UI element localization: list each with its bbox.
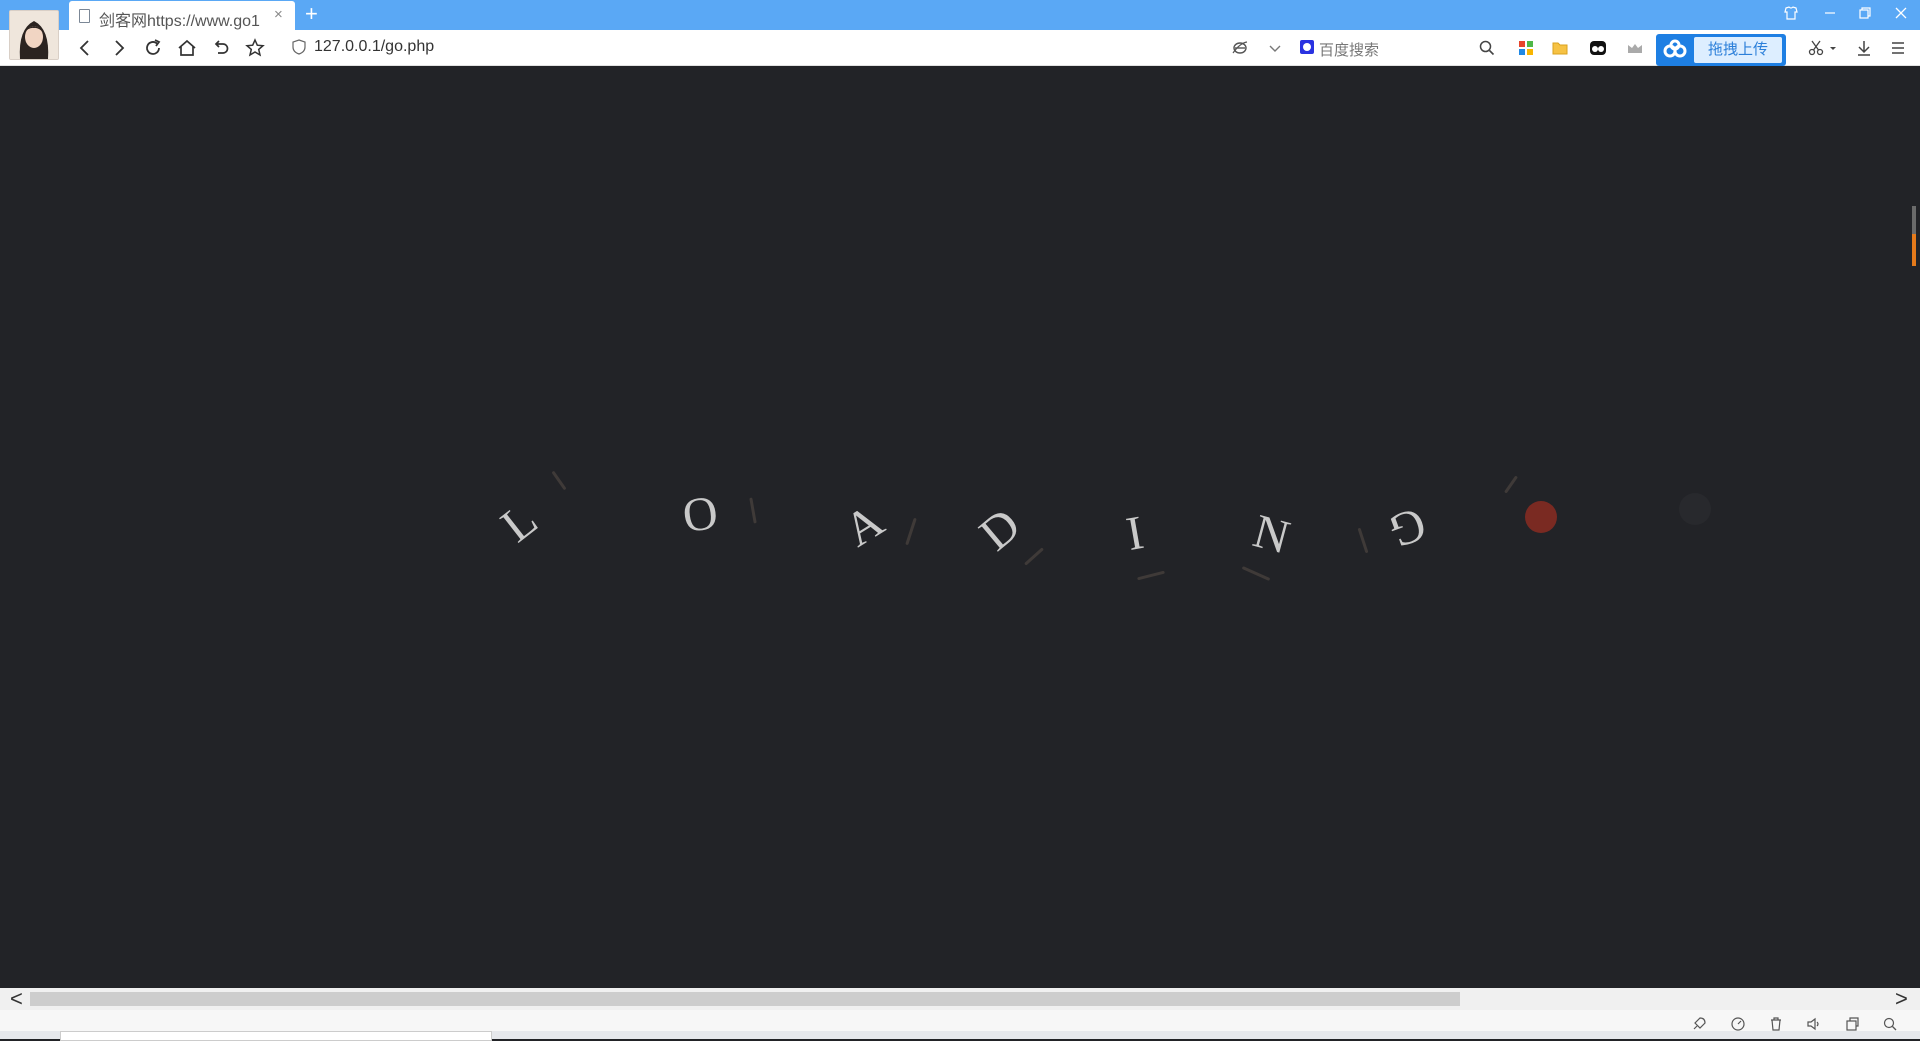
new-tab-button[interactable]: + <box>305 2 318 26</box>
page-viewport: L O A D I N G <box>0 66 1920 988</box>
motion-streak <box>1241 566 1271 581</box>
scissors-icon[interactable] <box>1807 39 1825 57</box>
speed-icon[interactable] <box>1730 1016 1746 1032</box>
search-input[interactable]: 百度搜索 <box>1300 38 1500 59</box>
forward-icon[interactable] <box>108 37 130 59</box>
shirt-icon[interactable] <box>1783 5 1799 25</box>
browser-tab[interactable]: 剑客网https://www.go1 × <box>69 1 295 30</box>
motion-streak <box>551 470 567 491</box>
motion-streak <box>749 497 757 524</box>
baidu-logo-icon <box>1300 40 1314 54</box>
restore-icon[interactable] <box>1857 5 1873 25</box>
scroll-right-arrow[interactable]: > <box>1895 988 1908 1010</box>
motion-streak <box>905 517 917 546</box>
loading-letter-i: I <box>1122 506 1148 561</box>
search-icon[interactable] <box>1478 39 1496 57</box>
scissors-dropdown-icon[interactable] <box>1829 39 1847 57</box>
trash-icon[interactable] <box>1768 1016 1784 1032</box>
tab-bar: 剑客网https://www.go1 × + <box>0 0 1920 30</box>
drag-upload-button[interactable]: 拖拽上传 <box>1694 37 1782 63</box>
motion-streak <box>1357 527 1369 554</box>
window-icon[interactable] <box>1844 1016 1860 1032</box>
favorite-star-icon[interactable] <box>244 37 266 59</box>
game-controller-icon[interactable] <box>1626 39 1644 57</box>
undo-icon[interactable] <box>210 37 232 59</box>
close-icon[interactable] <box>1893 5 1909 25</box>
vertical-scroll-indicator[interactable] <box>1912 206 1916 266</box>
tab-title: 剑客网https://www.go1 <box>99 13 260 30</box>
minimize-icon[interactable] <box>1822 5 1838 25</box>
cloud-icon <box>1661 38 1689 62</box>
loading-letter-o: O <box>679 485 722 544</box>
zoom-icon[interactable] <box>1882 1016 1898 1032</box>
loading-dot-faded <box>1679 493 1711 525</box>
security-shield-icon[interactable] <box>292 39 306 60</box>
motion-streak <box>1137 570 1165 581</box>
loading-letter-d: D <box>969 498 1031 562</box>
search-placeholder: 百度搜索 <box>1319 42 1380 59</box>
motion-streak <box>1504 475 1518 494</box>
loading-letter-n: N <box>1247 504 1296 565</box>
page-icon <box>79 9 90 23</box>
horizontal-scrollbar[interactable]: < > <box>0 988 1920 1010</box>
volume-icon[interactable] <box>1806 1016 1822 1032</box>
apps-grid-icon[interactable] <box>1517 39 1535 57</box>
extension-icon[interactable] <box>1589 39 1607 57</box>
download-icon[interactable] <box>1855 39 1873 57</box>
loading-letter-l: L <box>491 492 548 553</box>
loading-letter-a: A <box>835 493 893 558</box>
scrollbar-thumb[interactable] <box>30 992 1460 1006</box>
motion-streak <box>1024 547 1044 566</box>
menu-icon[interactable] <box>1889 39 1907 57</box>
loading-letter-g: G <box>1382 496 1433 559</box>
user-avatar[interactable] <box>9 10 59 60</box>
folder-icon[interactable] <box>1551 39 1569 57</box>
navigation-toolbar: 127.0.0.1/go.php 百度搜索 <box>0 30 1920 66</box>
upload-widget[interactable]: 拖拽上传 <box>1656 34 1786 66</box>
ie-mode-icon[interactable] <box>1231 39 1249 57</box>
taskbar-item[interactable] <box>60 1031 492 1041</box>
taskbar-strip <box>0 1031 1920 1041</box>
refresh-icon[interactable] <box>142 37 164 59</box>
loading-dot-active <box>1525 501 1557 533</box>
rocket-icon[interactable] <box>1691 1016 1707 1032</box>
tab-close-icon[interactable]: × <box>274 6 283 23</box>
home-icon[interactable] <box>176 37 198 59</box>
chevron-down-icon[interactable] <box>1266 39 1284 57</box>
address-bar[interactable]: 127.0.0.1/go.php <box>314 38 434 56</box>
back-icon[interactable] <box>74 37 96 59</box>
scroll-left-arrow[interactable]: < <box>10 988 23 1010</box>
